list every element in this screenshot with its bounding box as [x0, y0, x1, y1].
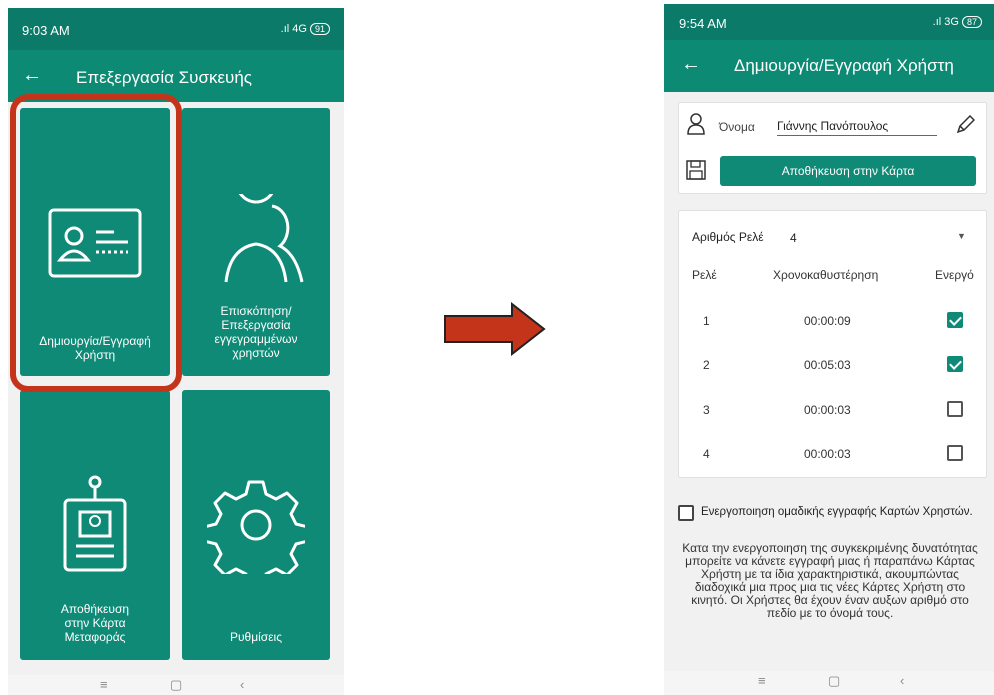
transition-arrow-icon	[444, 302, 546, 356]
tile-view-users[interactable]: Επισκόπηση/ Επεξεργασία εγγεγραμμένων χρ…	[182, 108, 330, 376]
relay-number: 3	[703, 403, 710, 417]
active-checkbox[interactable]	[947, 356, 963, 372]
active-checkbox[interactable]	[947, 312, 963, 328]
tile-label: Επισκόπηση/ Επεξεργασία εγγεγραμμένων χρ…	[214, 304, 298, 360]
group-registration-checkbox[interactable]	[678, 505, 694, 521]
status-bar: 9:54 AM .ıl 3G 87	[664, 4, 994, 40]
arrow-shape	[444, 302, 546, 356]
relay-count-select[interactable]: 4	[790, 231, 797, 245]
back-arrow-icon[interactable]: ←	[681, 53, 701, 76]
user-name-card: Όνομα Γιάννης Πανόπουλος Αποθήκευση στην…	[678, 102, 987, 194]
home-icon[interactable]: ▢	[170, 677, 182, 693]
page-title: Επεξεργασία Συσκευής	[76, 68, 252, 87]
gear-icon	[207, 480, 305, 574]
relay-delay[interactable]: 00:00:09	[804, 314, 851, 328]
home-icon[interactable]: ▢	[828, 673, 840, 689]
users-icon	[224, 194, 304, 283]
network-indicator: .ıl 4G 91	[281, 23, 330, 35]
relay-number: 1	[703, 314, 710, 328]
right-phone-screen: 9:54 AM .ıl 3G 87 ← Δημιουργία/Εγγραφή Χρ…	[664, 4, 994, 695]
chevron-down-icon[interactable]: ▼	[957, 231, 966, 241]
network-type: 4G	[292, 23, 307, 35]
status-time: 9:03 AM	[22, 23, 70, 38]
system-nav-bar: ≡ ▢ ‹	[8, 675, 344, 695]
group-registration-description: Κατα την ενεργοποιηση της συγκεκριμένης …	[682, 541, 978, 620]
back-icon[interactable]: ‹	[240, 677, 244, 692]
left-phone-screen: 9:03 AM .ıl 4G 91 ← Επεξεργασία Συσκευής …	[8, 8, 344, 695]
person-icon	[687, 113, 705, 135]
save-disk-icon	[686, 160, 706, 180]
back-icon[interactable]: ‹	[900, 673, 904, 688]
col-header-delay: Χρονοκαθυστέρηση	[773, 268, 879, 282]
name-input[interactable]: Γιάννης Πανόπουλος	[777, 119, 937, 136]
page-title: Δημιουργία/Εγγραφή Χρήστη	[734, 56, 954, 75]
active-checkbox[interactable]	[947, 401, 963, 417]
tile-label: Ρυθμίσεις	[229, 630, 283, 644]
relay-delay[interactable]: 00:00:03	[804, 403, 851, 417]
signal-icon: .ıl	[280, 23, 293, 35]
badge-icon	[63, 475, 127, 572]
app-bar: ← Δημιουργία/Εγγραφή Χρήστη	[664, 40, 994, 92]
col-header-relay: Ρελέ	[692, 268, 717, 282]
highlight-frame	[10, 94, 182, 392]
tile-settings[interactable]: Ρυθμίσεις	[182, 390, 330, 660]
name-label: Όνομα	[719, 120, 755, 134]
system-nav-bar: ≡ ▢ ‹	[664, 671, 994, 695]
battery-icon: 91	[309, 23, 330, 35]
network-type: 3G	[944, 16, 959, 28]
tile-label: Αποθήκευση στην Κάρτα Μεταφοράς	[60, 602, 130, 644]
relay-number: 4	[703, 447, 710, 461]
relay-delay[interactable]: 00:00:03	[804, 447, 851, 461]
network-indicator: .ıl 3G 87	[933, 16, 982, 28]
menu-icon[interactable]: ≡	[100, 677, 108, 692]
status-bar: 9:03 AM .ıl 4G 91	[8, 8, 344, 50]
relay-count-label: Αριθμός Ρελέ	[692, 230, 764, 244]
status-time: 9:54 AM	[679, 16, 727, 31]
battery-icon: 87	[961, 16, 982, 28]
pencil-icon[interactable]	[955, 115, 975, 135]
relay-delay[interactable]: 00:05:03	[804, 358, 851, 372]
relay-settings-card: Αριθμός Ρελέ 4 ▼ Ρελέ Χρονοκαθυστέρηση Ε…	[678, 210, 987, 478]
active-checkbox[interactable]	[947, 445, 963, 461]
menu-icon[interactable]: ≡	[758, 673, 766, 688]
col-header-active: Ενεργό	[935, 268, 974, 282]
back-arrow-icon[interactable]: ←	[22, 64, 42, 87]
tile-save-transfer-card[interactable]: Αποθήκευση στην Κάρτα Μεταφοράς	[20, 390, 170, 660]
group-registration-label[interactable]: Ενεργοποιηση ομαδικής εγγραφής Καρτών Χρ…	[701, 506, 973, 518]
signal-icon: .ıl	[932, 16, 945, 28]
save-to-card-button[interactable]: Αποθήκευση στην Κάρτα	[720, 156, 976, 186]
relay-number: 2	[703, 358, 710, 372]
